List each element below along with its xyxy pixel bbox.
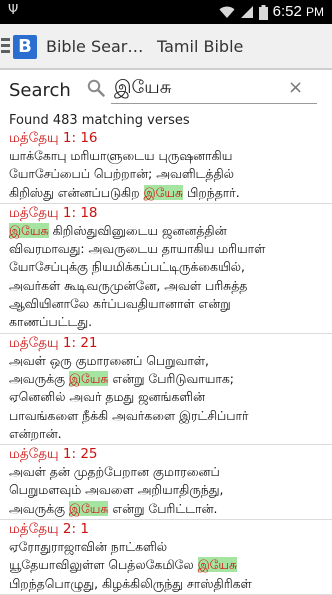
verse-reference: மத்தேயு 1: 18 — [9, 204, 98, 221]
verse-text: பிறந்தார். — [183, 184, 240, 200]
verse-text: என்று பேரிட்டான். — [108, 500, 218, 516]
verse-text: ஆவியினாலே கர்ப்பவதியானாள் என்று — [9, 296, 231, 312]
verse-text: அவள் தன் முதற்பேறான குமாரனைப் — [9, 464, 220, 480]
verse-result-item[interactable]: மத்தேயு 2: 1 ஏரோதுராஜாவின் நாட்களில் யூதேய… — [0, 520, 332, 595]
verse-text-line: ஏரோதுராஜாவின் நாட்களில் — [9, 538, 328, 556]
verse-reference: மத்தேயு 1: 16 — [9, 130, 98, 146]
verse-text-line: இயேசு கிறிஸ்துவினுடைய ஜனனத்தின் — [9, 222, 328, 240]
result-count: Found 483 matching verses — [9, 113, 190, 128]
verse-text-line: கிறிஸ்து என்னப்படுகிற இயேசு பிறந்தார். — [9, 184, 328, 202]
action-bar: B Bible Sear… Tamil Bible — [0, 24, 332, 70]
verse-text-line: ஆவியினாலே கர்ப்பவதியானாள் என்று — [9, 295, 328, 313]
verse-text: யோசேப்புக்கு நியமிக்கப்பட்டிருக்கையில், — [9, 259, 245, 275]
verse-text: கிறிஸ்து என்னப்படுகிற — [9, 184, 144, 200]
verse-text-line: அவருக்கு இயேசு என்று பேரிட்டான். — [9, 500, 328, 518]
signal-icon — [240, 6, 253, 18]
bible-version-selector[interactable]: Tamil Bible — [157, 37, 243, 57]
verse-text-line: அவள் தன் முதற்பேறான குமாரனைப் — [9, 463, 328, 481]
search-icon[interactable] — [87, 79, 105, 97]
verse-text: அவர்கள் கூடிவருமுன்னே, அவள் பரிசுத்த — [9, 277, 248, 293]
verse-text: யூதேயாவிலுள்ள பெத்லகேமிலே — [9, 557, 198, 573]
verse-text: பெறுமளவும் அவளை அறியாதிருந்து, — [9, 482, 224, 498]
search-match-highlight: இயேசு — [197, 557, 238, 573]
search-match-highlight: இயேசு — [9, 222, 49, 238]
verse-text: ஏரோதுராஜாவின் நாட்களில் — [9, 539, 167, 555]
verse-text-line: யூதேயாவிலுள்ள பெத்லகேமிலே இயேசு — [9, 556, 328, 574]
verse-text-line: யோசேப்புக்கு நியமிக்கப்பட்டிருக்கையில், — [9, 258, 328, 276]
search-match-highlight: இயேசு — [143, 184, 184, 200]
verse-text-line: அவர்கள் கூடிவருமுன்னே, அவள் பரிசுத்த — [9, 277, 328, 295]
verse-reference: மத்தேயு 1: 25 — [9, 446, 98, 463]
verse-text-line: விவரமாவது: அவருடைய தாயாகிய மரியாள் — [9, 240, 328, 258]
drawer-menu-icon[interactable] — [1, 38, 10, 55]
verse-text: யாக்கோபு மரியாளுடைய புருஷனாகிய — [9, 148, 233, 163]
search-label: Search — [9, 80, 71, 101]
verse-text: அவருக்கு — [9, 500, 69, 516]
search-match-highlight: இயேசு — [68, 500, 109, 516]
search-bar: Search × — [0, 72, 332, 106]
verse-text: யோசேப்பைப் பெற்றான்; அவளிடத்தில் — [9, 166, 234, 182]
verse-text-line: பிறந்தபொழுது, கிழக்கிலிருந்து சாஸ்திரிகள… — [9, 575, 328, 593]
usb-icon: Ψ — [8, 3, 19, 18]
search-input[interactable] — [114, 75, 282, 101]
verse-text-line: ஏனெனில் அவர் தமது ஜனங்களின் — [9, 388, 328, 406]
clock-ampm: PM — [306, 5, 324, 19]
verse-result-item[interactable]: மத்தேயு 1: 16 யாக்கோபு மரியாளுடைய புருஷனா… — [0, 129, 332, 204]
verse-text-line: பாவங்களை நீக்கி அவர்களை இரட்சிப்பார் — [9, 407, 328, 425]
status-icons: 6:52 PM — [219, 3, 324, 21]
verse-result-item[interactable]: மத்தேயு 1: 25 அவள் தன் முதற்பேறான குமாரனை… — [0, 445, 332, 521]
search-input-underline — [111, 103, 317, 104]
verse-text-line: பெறுமளவும் அவளை அறியாதிருந்து, — [9, 481, 328, 499]
status-bar: Ψ 6:52 PM — [0, 0, 332, 24]
verse-reference: மத்தேயு 1: 21 — [9, 334, 98, 351]
clear-search-button[interactable]: × — [288, 79, 303, 97]
verse-text-line: யோசேப்பைப் பெற்றான்; அவளிடத்தில் — [9, 165, 328, 183]
app-logo-icon[interactable]: B — [13, 35, 37, 59]
verse-text: என்றான். — [9, 425, 62, 441]
verse-text: என்று பேரிடுவாயாக; — [108, 370, 234, 386]
verse-text: காணப்பட்டது. — [9, 314, 93, 330]
verse-text: விவரமாவது: அவருடைய தாயாகிய மரியாள் — [9, 241, 266, 257]
verse-text: ஏனெனில் அவர் தமது ஜனங்களின் — [9, 389, 205, 405]
verse-text: அவள் ஒரு குமாரனைப் பெறுவாள், — [9, 352, 209, 368]
verse-reference: மத்தேயு 2: 1 — [9, 521, 89, 538]
verse-text-line: என்றான். — [9, 425, 328, 443]
verse-text: அவருக்கு — [9, 370, 69, 386]
clock: 6:52 PM — [272, 3, 324, 20]
verse-text-line: அவருக்கு இயேசு என்று பேரிடுவாயாக; — [9, 370, 328, 388]
app-title[interactable]: Bible Sear… — [46, 37, 143, 57]
verse-text-line: யாக்கோபு மரியாளுடைய புருஷனாகிய — [9, 147, 328, 165]
verse-text: பாவங்களை நீக்கி அவர்களை இரட்சிப்பார் — [9, 407, 249, 423]
verse-result-item[interactable]: மத்தேயு 1: 18 இயேசு கிறிஸ்துவினுடைய ஜனனத்… — [0, 204, 332, 334]
wifi-icon — [219, 6, 235, 18]
verse-result-item[interactable]: மத்தேயு 1: 21 அவள் ஒரு குமாரனைப் பெறுவாள்… — [0, 334, 332, 446]
battery-icon — [258, 4, 268, 20]
search-match-highlight: இயேசு — [68, 370, 109, 386]
results-list[interactable]: மத்தேயு 1: 16 யாக்கோபு மரியாளுடைய புருஷனா… — [0, 129, 332, 595]
verse-text: கிறிஸ்துவினுடைய ஜனனத்தின் — [48, 222, 227, 238]
verse-text-line: அவள் ஒரு குமாரனைப் பெறுவாள், — [9, 352, 328, 370]
verse-text-line: காணப்பட்டது. — [9, 313, 328, 331]
verse-text: பிறந்தபொழுது, கிழக்கிலிருந்து சாஸ்திரிகள… — [9, 575, 252, 591]
